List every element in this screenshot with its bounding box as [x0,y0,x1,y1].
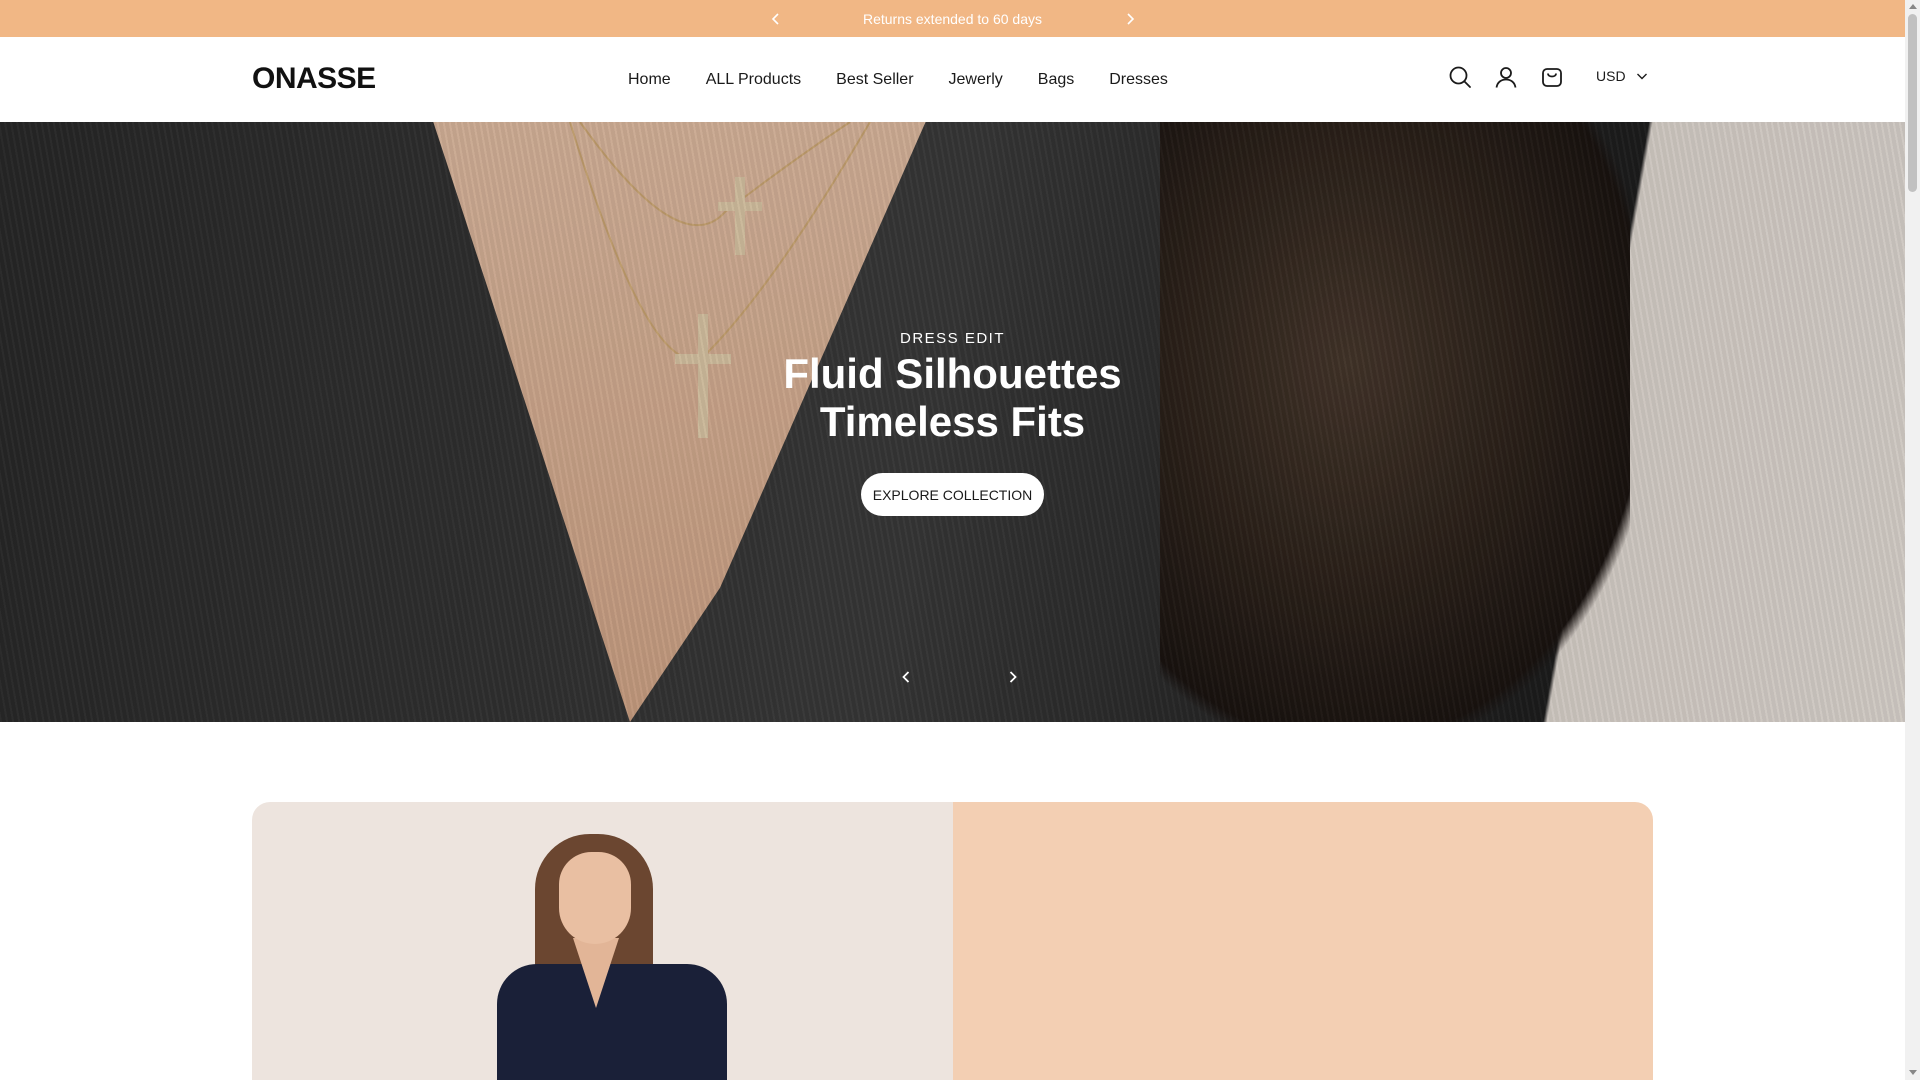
announcement-bar: Returns extended to 60 days [0,0,1905,37]
scroll-down-arrow[interactable] [1908,1069,1917,1077]
nav-dresses[interactable]: Dresses [1109,71,1168,89]
page: Returns extended to 60 days ONASSE Home … [0,0,1905,1080]
chevron-right-icon [1009,671,1017,683]
promo-image-panel[interactable] [252,802,953,1080]
caret-up-icon [1908,4,1917,9]
model-dress [497,964,727,1080]
promo-text-panel [953,802,1653,1080]
model-face [559,852,631,944]
chevron-right-icon [1126,12,1134,25]
announcement-next-button[interactable] [1118,7,1142,31]
scrollbar-thumb[interactable] [1908,14,1917,192]
promo-card [252,802,1653,1080]
account-icon [1495,67,1517,88]
nav-all-products[interactable]: ALL Products [706,71,801,89]
hero-next-button[interactable] [1001,665,1025,689]
hero-banner: DRESS EDIT Fluid Silhouettes Timeless Fi… [0,122,1905,722]
caret-down-icon [1908,1070,1917,1075]
currency-selector[interactable]: USD [1596,68,1648,84]
hero-headline-line-2: Timeless Fits [819,398,1086,445]
cart-button[interactable] [1539,64,1565,90]
header-actions [1447,64,1585,90]
currency-label: USD [1596,68,1626,84]
cart-icon [1542,68,1562,87]
nav-best-seller[interactable]: Best Seller [836,71,913,89]
announcement-prev-button[interactable] [764,7,788,31]
hero-headline-line-1: Fluid Silhouettes [783,350,1122,397]
scroll-up-arrow[interactable] [1908,2,1917,10]
site-header: ONASSE Home ALL Products Best Seller Jew… [0,37,1905,122]
account-button[interactable] [1493,64,1519,90]
nav-home[interactable]: Home [628,71,671,89]
announcement-text: Returns extended to 60 days [862,10,1042,27]
hero-headline: Fluid Silhouettes Timeless Fits [0,350,1905,446]
logo[interactable]: ONASSE [252,62,376,96]
explore-collection-button[interactable]: EXPLORE COLLECTION [861,473,1044,516]
hero-content: DRESS EDIT Fluid Silhouettes Timeless Fi… [0,122,1905,722]
hero-eyebrow: DRESS EDIT [899,330,1005,347]
search-icon [1449,66,1471,88]
nav-bags[interactable]: Bags [1038,71,1074,89]
chevron-left-icon [771,12,779,25]
hero-prev-button[interactable] [894,665,918,689]
page-scrollbar[interactable] [1905,0,1920,1080]
main-nav: Home ALL Products Best Seller Jewerly Ba… [628,37,1168,122]
search-button[interactable] [1447,64,1473,90]
nav-jewerly[interactable]: Jewerly [949,71,1003,89]
chevron-down-icon [1636,73,1647,80]
chevron-left-icon [902,671,910,683]
promo-model-image [497,834,727,1080]
